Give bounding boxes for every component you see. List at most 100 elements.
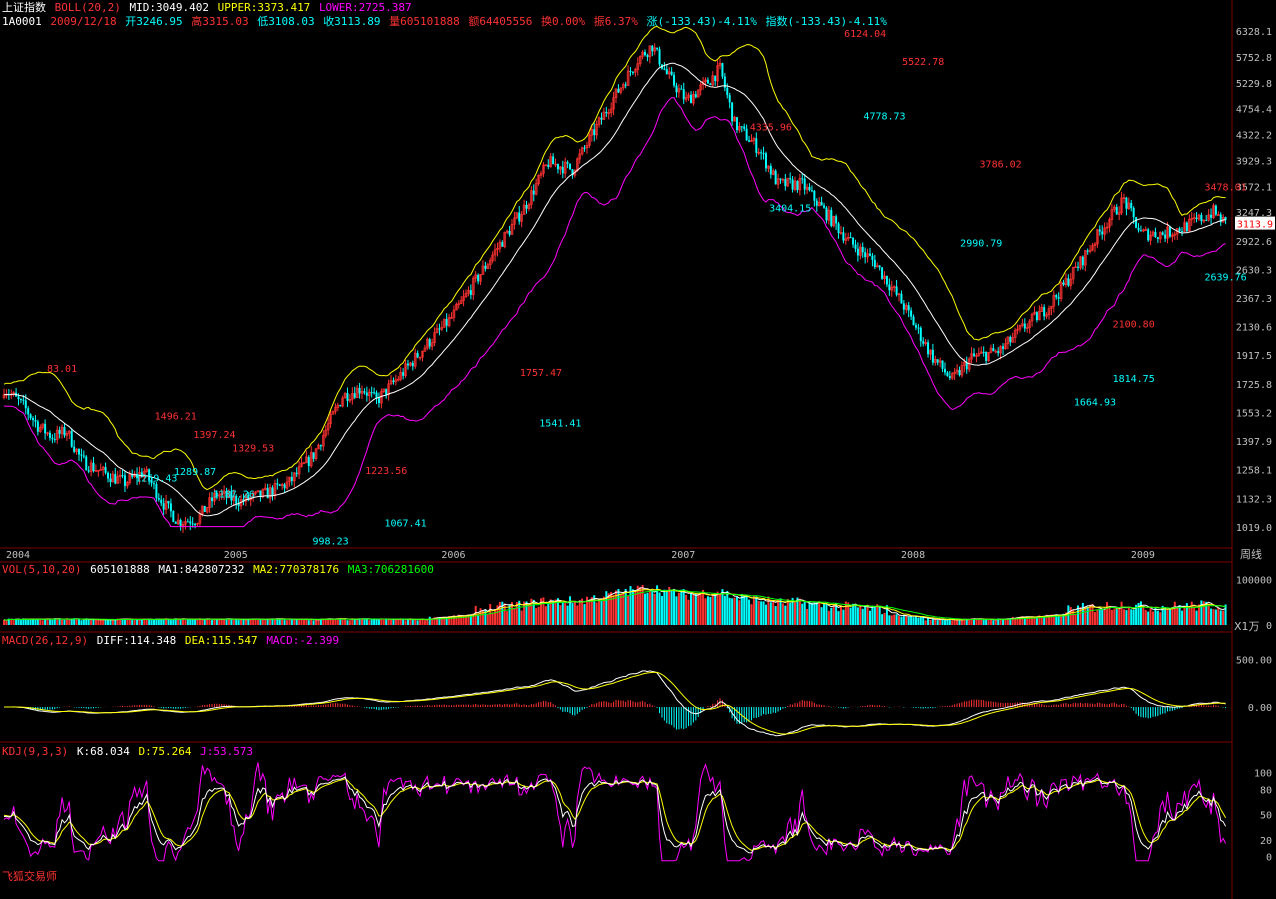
candle-body: [194, 524, 197, 526]
x-tick-label: 2004: [6, 550, 30, 561]
candle-body: [900, 293, 903, 304]
volume-bar: [588, 600, 591, 625]
candle-body: [895, 286, 898, 295]
volume-bar: [307, 620, 310, 625]
volume-bar: [980, 619, 983, 625]
volume-bar: [1195, 610, 1198, 625]
volume-bar: [111, 620, 114, 625]
price-annotation: 83.01: [47, 364, 77, 375]
price-y-tick: 1553.2: [1236, 408, 1272, 419]
candle-body: [73, 446, 76, 452]
volume-bar: [731, 598, 734, 625]
volume-bar: [203, 619, 206, 625]
volume-bar: [781, 603, 784, 625]
candle-body: [1023, 323, 1026, 329]
volume-bar: [651, 590, 654, 625]
volume-bar: [276, 619, 279, 625]
candle-body: [80, 454, 83, 456]
candle-body: [837, 223, 840, 233]
candle-body: [1086, 250, 1089, 252]
candle-body: [1125, 197, 1128, 209]
volume-bar: [346, 620, 349, 625]
candle-body: [856, 248, 859, 256]
volume-bar: [240, 619, 243, 625]
candle-body: [566, 162, 569, 164]
candle-body: [1043, 307, 1046, 317]
volume-bar: [965, 619, 968, 625]
price-annotation: 998.23: [312, 536, 348, 547]
candle-body: [726, 87, 729, 96]
volume-bar: [213, 619, 216, 625]
volume-bar: [677, 592, 680, 625]
volume-bar: [259, 619, 262, 625]
stock-chart[interactable]: 6328.15752.85229.84754.44322.23929.33572…: [0, 0, 1276, 899]
candle-body: [569, 163, 572, 170]
candle-body: [689, 94, 692, 104]
volume-bar: [230, 619, 233, 625]
candle-body: [157, 498, 160, 500]
volume-bar: [1110, 609, 1113, 625]
candle-body: [561, 166, 564, 174]
candle-body: [605, 111, 608, 114]
volume-bar: [581, 598, 584, 625]
candle-body: [997, 351, 1000, 354]
volume-bar: [544, 606, 547, 625]
volume-bar: [784, 605, 787, 625]
candle-body: [830, 210, 833, 226]
volume-bar: [416, 620, 419, 625]
volume-bar: [293, 619, 296, 625]
volume-bar: [803, 601, 806, 625]
volume-bar: [1193, 606, 1196, 625]
volume-bar: [936, 620, 939, 625]
candle-body: [774, 170, 777, 185]
volume-bar: [298, 620, 301, 625]
volume-bar: [968, 619, 971, 625]
volume-bar: [576, 605, 579, 625]
candle-body: [1210, 214, 1213, 218]
candle-body: [658, 49, 661, 65]
volume-bar: [772, 601, 775, 625]
kdj-y-tick: 50: [1260, 811, 1272, 822]
volume-bar: [80, 620, 83, 625]
volume-bar: [123, 619, 126, 625]
candle-body: [411, 362, 414, 367]
vol-ma3-line: [3, 589, 1226, 621]
price-annotation: 1067.41: [384, 518, 426, 529]
price-annotation: 1289.87: [174, 467, 216, 478]
candle-body: [22, 399, 25, 401]
volume-bar: [513, 608, 516, 625]
price-y-tick: 2367.3: [1236, 294, 1272, 305]
candle-body: [162, 503, 165, 510]
candle-body: [1139, 230, 1142, 232]
volume-bar: [956, 619, 959, 625]
candle-body: [51, 437, 54, 440]
volume-bar: [762, 601, 765, 625]
candle-body: [873, 259, 876, 268]
candle-body: [104, 467, 107, 473]
volume-bar: [201, 619, 204, 625]
volume-bar: [261, 619, 264, 625]
volume-bar: [145, 619, 148, 625]
kdj-y-tick: 0: [1266, 853, 1272, 864]
volume-bar: [295, 619, 298, 625]
candle-body: [973, 353, 976, 356]
volume-bar: [12, 619, 15, 625]
volume-bar: [864, 605, 867, 625]
volume-bar: [283, 619, 286, 625]
candle-body: [92, 462, 95, 472]
candle-body: [160, 499, 163, 504]
candle-body: [755, 138, 758, 153]
candle-body: [1135, 217, 1138, 228]
price-annotation: 3786.02: [980, 160, 1022, 171]
volume-bar: [692, 594, 695, 625]
candle-body: [375, 392, 378, 399]
candle-body: [1098, 229, 1101, 232]
volume-bar: [256, 619, 259, 625]
candle-body: [416, 353, 419, 358]
volume-bar: [373, 618, 376, 625]
candle-body: [1101, 231, 1104, 235]
volume-bar: [428, 616, 431, 625]
candle-body: [484, 265, 487, 269]
volume-bar: [157, 619, 160, 625]
volume-bar: [1188, 607, 1191, 625]
